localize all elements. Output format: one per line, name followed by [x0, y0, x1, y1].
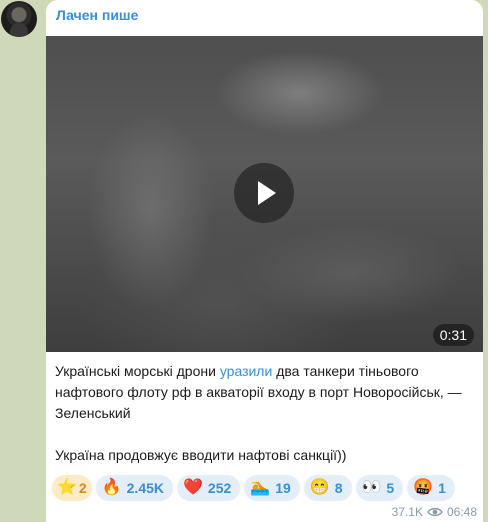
reaction-count: 252 [207, 480, 232, 496]
reaction-count: 19 [275, 480, 291, 496]
play-button[interactable] [234, 163, 294, 223]
video-player[interactable]: 0:31 [46, 36, 483, 352]
play-icon [258, 181, 276, 205]
reaction-count: 1 [438, 480, 446, 496]
text-paragraph: Україна продовжує вводити нафтові санкці… [55, 447, 347, 463]
reaction-count: 2.45K [126, 480, 164, 496]
reactions-bar: ⭐ 2 🔥 2.45K ❤️ 252 🏊 19 😁 8 👀 5 🤬 1 [52, 475, 455, 501]
message-time: 06:48 [446, 505, 477, 519]
text-link[interactable]: уразили [220, 363, 273, 379]
message-text: Українські морські дрони уразили два тан… [55, 361, 475, 466]
view-count: 37.1K [391, 505, 423, 519]
heart-icon: ❤️ [183, 479, 203, 496]
channel-avatar[interactable] [1, 1, 37, 37]
message-bubble: Лачен пише 0:31 Українські морські дрони… [46, 0, 483, 522]
eyes-icon: 👀 [361, 479, 382, 496]
reaction-heart[interactable]: ❤️ 252 [177, 475, 241, 501]
author-name[interactable]: Лачен пише [56, 7, 138, 23]
reaction-eyes[interactable]: 👀 5 [355, 475, 404, 501]
reaction-grin[interactable]: 😁 8 [303, 475, 352, 501]
reaction-angry[interactable]: 🤬 1 [407, 475, 455, 501]
star-icon: ⭐ [57, 479, 77, 496]
reaction-swimmer[interactable]: 🏊 19 [244, 475, 300, 501]
reaction-star[interactable]: ⭐ 2 [52, 475, 92, 501]
fire-icon: 🔥 [101, 479, 122, 496]
angry-face-icon: 🤬 [413, 479, 434, 496]
text-part: Українські морські дрони [55, 363, 220, 379]
reaction-fire[interactable]: 🔥 2.45K [95, 475, 173, 501]
reaction-count: 5 [386, 480, 395, 496]
eye-icon [427, 507, 443, 517]
reaction-count: 2 [78, 480, 87, 496]
reaction-count: 8 [334, 480, 343, 496]
swimmer-icon: 🏊 [250, 479, 271, 496]
message-meta: 37.1K 06:48 [392, 505, 477, 519]
video-duration: 0:31 [432, 324, 474, 346]
grin-icon: 😁 [309, 479, 330, 496]
